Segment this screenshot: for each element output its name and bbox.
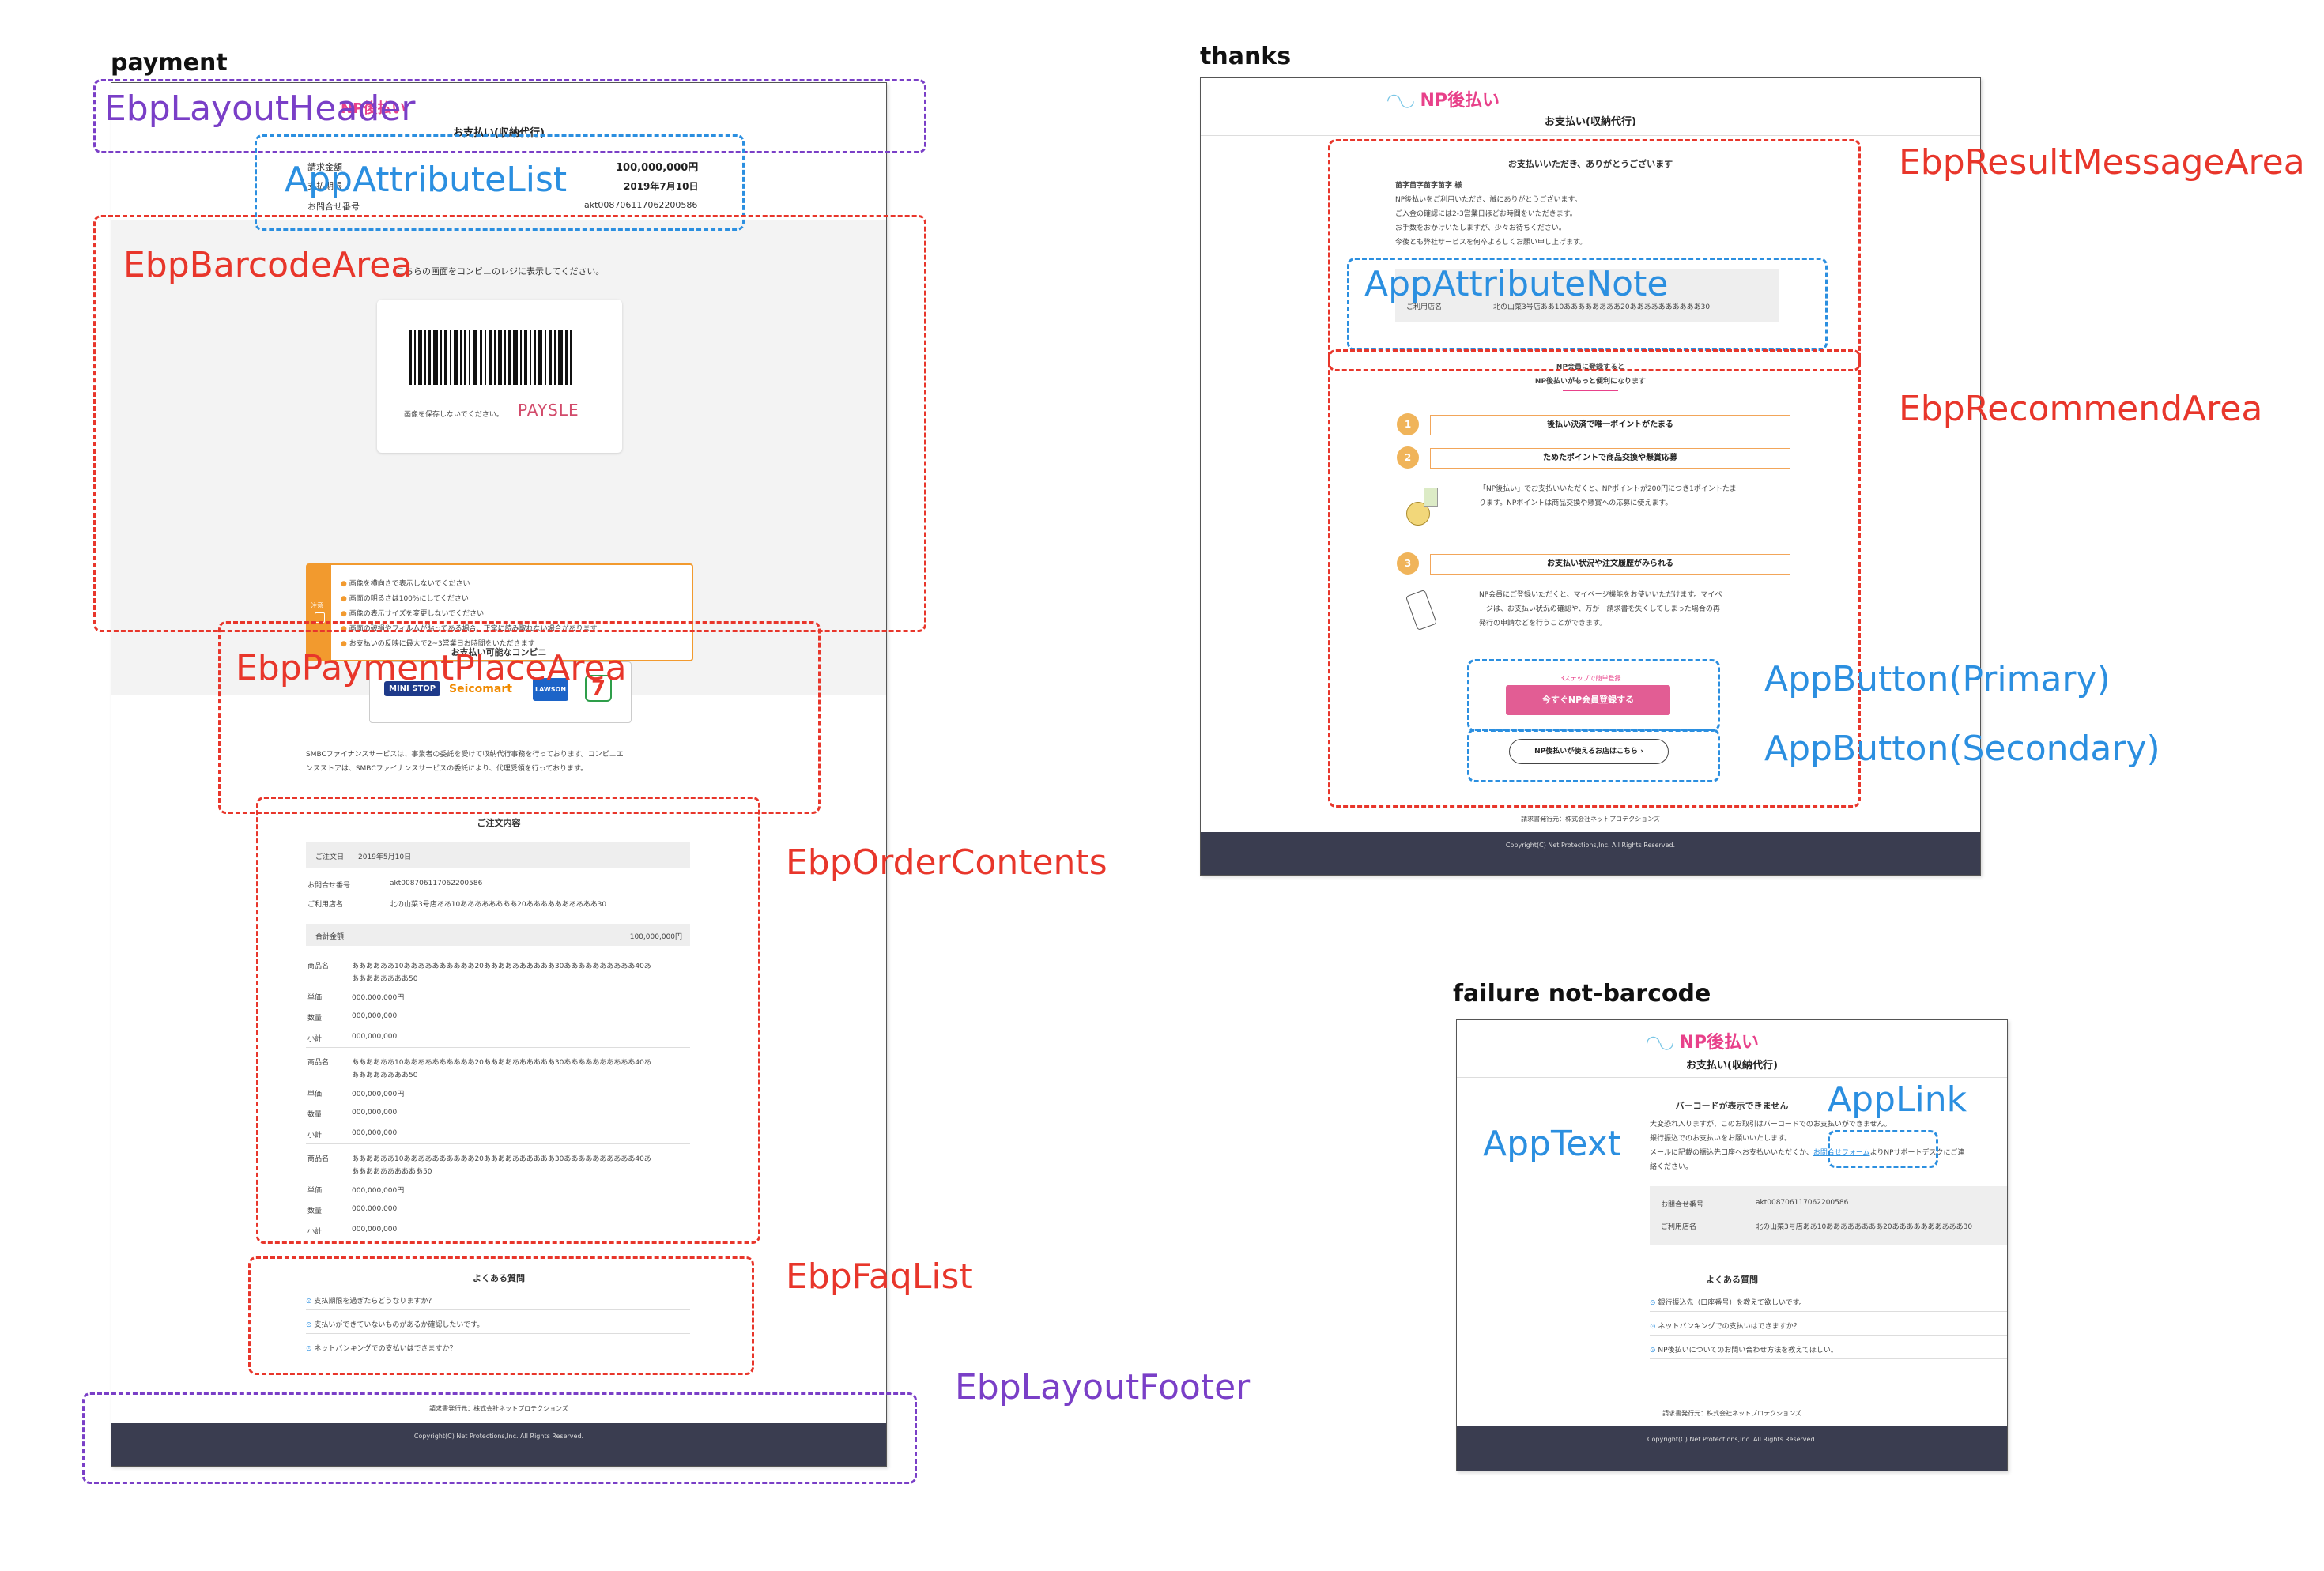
app-link-label: AppLink xyxy=(1828,1079,1967,1120)
button-secondary-outline xyxy=(1467,729,1720,782)
section-title-thanks: thanks xyxy=(1200,43,1292,70)
section-title-payment: payment xyxy=(111,49,228,77)
layout-footer-label: EbpLayoutFooter xyxy=(955,1367,1251,1407)
divider xyxy=(1201,135,1980,136)
recommend-area-label: EbpRecommendArea xyxy=(1899,389,2263,429)
failure-info-box: お問合せ番号 akt008706117062200586 ご利用店名 北の山菜3… xyxy=(1650,1186,2007,1245)
divider xyxy=(1650,1335,2007,1336)
faq-list-outline xyxy=(248,1256,754,1375)
button-primary-outline xyxy=(1467,659,1720,732)
attribute-note-label: AppAttributeNote xyxy=(1364,264,1669,304)
faq-icon: ⊙ xyxy=(1650,1299,1658,1307)
failure-line: 銀行振込でのお支払いをお願いいたします。 xyxy=(1650,1135,1792,1143)
copyright: Copyright(C) Net Protections,Inc. All Ri… xyxy=(1647,1436,1817,1443)
app-text-label: AppText xyxy=(1483,1124,1621,1164)
order-contents-label: EbpOrderContents xyxy=(786,842,1107,883)
issuer: 請求書発行元：株式会社ネットプロテクションズ xyxy=(1662,1410,1801,1417)
np-logo: ◠◡ NP後払い xyxy=(1387,91,1500,111)
issuer: 請求書発行元：株式会社ネットプロテクションズ xyxy=(1521,816,1660,823)
faq-list-label: EbpFaqList xyxy=(786,1256,973,1297)
layout-header-label: EbpLayoutHeader xyxy=(104,89,416,129)
faq-item[interactable]: ⊙ 銀行振込先（口座番号）を教えて欲しいです。 xyxy=(1650,1297,1806,1307)
divider xyxy=(1650,1358,2007,1359)
page-heading: お支払い(収納代行) xyxy=(1686,1060,1778,1072)
attribute-list-label: AppAttributeList xyxy=(285,160,568,200)
inquiry-label: お問合せ番号 xyxy=(1661,1201,1704,1209)
footer-bar: Copyright(C) Net Protections,Inc. All Ri… xyxy=(1457,1426,2007,1471)
shop-value: 北の山菜3号店ああ10ああああああああ20ああああああああああ30 xyxy=(1756,1223,1973,1231)
divider xyxy=(1457,1077,2007,1078)
result-message-label: EbpResultMessageArea xyxy=(1899,142,2305,183)
button-secondary-label: AppButton(Secondary) xyxy=(1764,729,2160,769)
layout-footer-outline xyxy=(82,1392,917,1484)
faq-item[interactable]: ⊙ ネットバンキングでの支払いはできますか？ xyxy=(1650,1320,1801,1331)
order-contents-outline xyxy=(256,797,760,1244)
np-logo: ◠◡ NP後払い xyxy=(1647,1033,1760,1053)
barcode-area-label: EbpBarcodeArea xyxy=(123,245,413,285)
page-heading: お支払い(収納代行) xyxy=(1545,116,1636,128)
faq-item[interactable]: ⊙ NP後払いについてのお問い合わせ方法を教えてほしい。 xyxy=(1650,1344,1838,1354)
payment-place-label: EbpPaymentPlaceArea xyxy=(236,648,627,688)
copyright: Copyright(C) Net Protections,Inc. All Ri… xyxy=(1505,842,1676,849)
faq-title: よくある質問 xyxy=(1706,1275,1758,1285)
inquiry-value: akt008706117062200586 xyxy=(1756,1199,1849,1207)
failure-line: 絡ください。 xyxy=(1650,1163,1693,1171)
divider xyxy=(1650,1311,2007,1312)
section-title-failure: failure not-barcode xyxy=(1453,980,1711,1008)
shop-label: ご利用店名 xyxy=(1661,1223,1697,1231)
faq-icon: ⊙ xyxy=(1650,1323,1658,1331)
faq-icon: ⊙ xyxy=(1650,1347,1658,1354)
app-link-outline xyxy=(1828,1130,1938,1168)
button-primary-label: AppButton(Primary) xyxy=(1764,659,2111,699)
footer-bar: Copyright(C) Net Protections,Inc. All Ri… xyxy=(1201,832,1980,875)
